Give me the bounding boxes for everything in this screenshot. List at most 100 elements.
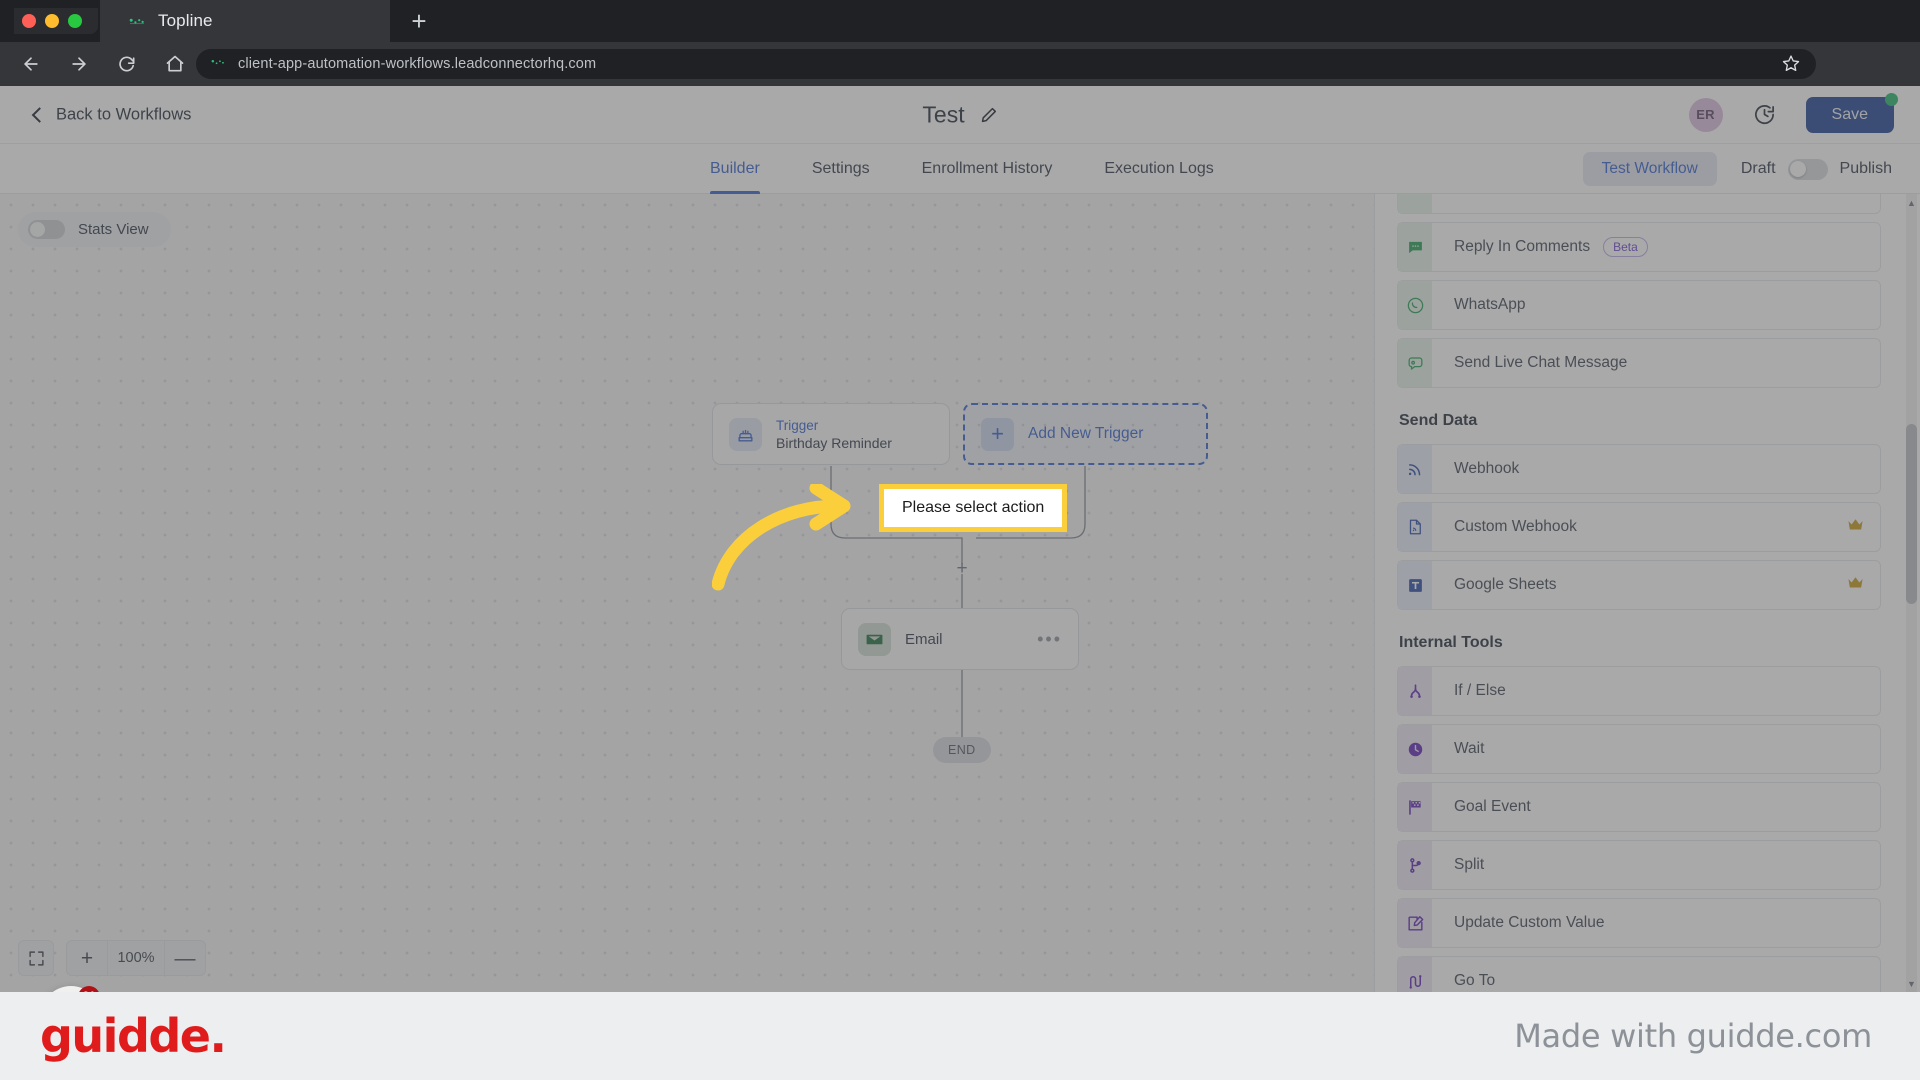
- browser-tab-title: Topline: [158, 11, 213, 30]
- forward-arrow-icon[interactable]: [62, 47, 96, 81]
- edit-square-icon: [1398, 899, 1432, 947]
- avatar[interactable]: ER: [1688, 97, 1723, 132]
- publish-toggle-group: Draft Publish: [1740, 158, 1892, 180]
- list-item-webhook[interactable]: Webhook: [1397, 444, 1881, 494]
- list-item-whatsapp[interactable]: WhatsApp: [1397, 280, 1881, 330]
- add-new-trigger-label: Add New Trigger: [1028, 425, 1144, 442]
- go-to-icon: [1398, 957, 1432, 992]
- back-to-workflows-label: Back to Workflows: [56, 105, 192, 123]
- minimize-window-button[interactable]: [45, 14, 59, 28]
- home-icon[interactable]: [158, 47, 192, 81]
- topline-dots-favicon: [128, 12, 146, 30]
- crown-icon: [1847, 576, 1864, 594]
- clock-history-icon[interactable]: [1753, 103, 1776, 126]
- chevron-left-icon: [31, 106, 48, 123]
- list-item-google-sheets[interactable]: Google Sheets: [1397, 560, 1881, 610]
- fit-to-screen-icon[interactable]: [18, 940, 54, 976]
- partial-item-icon: [1398, 194, 1432, 213]
- header-actions: ER Save: [1688, 92, 1898, 133]
- tab-builder[interactable]: Builder: [710, 144, 760, 194]
- callout-arrow-icon: [712, 484, 851, 591]
- browser-tabstrip: Topline +: [0, 0, 1920, 42]
- scroll-down-arrow-icon[interactable]: ▼: [1906, 977, 1917, 990]
- list-item-update-custom-value[interactable]: Update Custom Value: [1397, 898, 1881, 948]
- sidebar-scrollbar-thumb[interactable]: [1906, 424, 1917, 604]
- live-chat-icon: [1398, 339, 1432, 387]
- bookmark-star-icon[interactable]: [1782, 54, 1800, 77]
- guidde-wordmark: guidde.: [40, 1009, 227, 1063]
- list-item-send-live-chat-message[interactable]: Send Live Chat Message: [1397, 338, 1881, 388]
- reload-icon[interactable]: [110, 47, 144, 81]
- list-item-custom-webhook[interactable]: Custom Webhook: [1397, 502, 1881, 552]
- maximize-window-button[interactable]: [68, 14, 82, 28]
- scroll-up-arrow-icon[interactable]: ▲: [1906, 196, 1917, 209]
- list-item-label: Go To: [1454, 972, 1496, 989]
- app-header: Back to Workflows Test ER Save: [0, 86, 1920, 144]
- workflow-canvas[interactable]: Stats View Trigger Birthday Reminder + A…: [0, 194, 1374, 992]
- pencil-icon[interactable]: [981, 106, 998, 123]
- list-item-label: Google Sheets: [1454, 576, 1557, 593]
- browser-toolbar: client-app-automation-workflows.leadconn…: [0, 42, 1920, 111]
- list-item-wait[interactable]: Wait: [1397, 724, 1881, 774]
- list-item-label: Webhook: [1454, 460, 1520, 477]
- list-item-label: Split: [1454, 856, 1485, 873]
- window-traffic-lights[interactable]: [14, 8, 98, 34]
- list-item-goal-event[interactable]: Goal Event: [1397, 782, 1881, 832]
- tab-enrollment-history[interactable]: Enrollment History: [922, 144, 1053, 194]
- zoom-in-button[interactable]: +: [67, 941, 107, 975]
- add-new-trigger-button[interactable]: + Add New Trigger: [963, 403, 1208, 465]
- list-item-label: Reply In Comments: [1454, 238, 1591, 255]
- node-email-label: Email: [905, 630, 943, 648]
- publish-label: Publish: [1839, 160, 1892, 177]
- workflow-main: Stats View Trigger Birthday Reminder + A…: [0, 194, 1920, 992]
- zoom-out-button[interactable]: —: [165, 941, 205, 975]
- back-arrow-icon[interactable]: [14, 47, 48, 81]
- list-item-label: Custom Webhook: [1454, 518, 1577, 535]
- list-item[interactable]: [1397, 194, 1881, 214]
- list-item-split[interactable]: Split: [1397, 840, 1881, 890]
- checkered-flag-icon: [1398, 783, 1432, 831]
- section-title-send-data: Send Data: [1399, 412, 1478, 429]
- custom-webhook-doc-icon: [1398, 503, 1432, 551]
- callout-text: Please select action: [902, 499, 1045, 516]
- actions-sidebar-list: Reply In Comments Beta WhatsApp Send Liv…: [1375, 194, 1903, 992]
- callout-tooltip: Please select action: [879, 484, 1068, 532]
- browser-chrome: Topline + client-app-automation-workflow…: [0, 0, 1920, 111]
- list-item-go-to[interactable]: Go To: [1397, 956, 1881, 992]
- birthday-cake-icon: [729, 417, 762, 451]
- new-tab-button[interactable]: +: [400, 4, 438, 38]
- node-trigger[interactable]: Trigger Birthday Reminder: [712, 403, 950, 465]
- split-path-icon: [1398, 841, 1432, 889]
- unsaved-changes-dot: [1885, 92, 1898, 106]
- guidde-made-with: Made with guidde.com: [1514, 1017, 1872, 1055]
- list-item-label: If / Else: [1454, 682, 1506, 699]
- browser-tab-topline[interactable]: Topline: [100, 0, 390, 42]
- list-item-label: Wait: [1454, 740, 1485, 757]
- list-item-reply-in-comments[interactable]: Reply In Comments Beta: [1397, 222, 1881, 272]
- tab-settings[interactable]: Settings: [812, 144, 870, 194]
- flow-connectors: [830, 466, 1086, 737]
- tab-execution-logs[interactable]: Execution Logs: [1104, 144, 1213, 194]
- webhook-rss-icon: [1398, 445, 1432, 493]
- test-workflow-button[interactable]: Test Workflow: [1582, 152, 1717, 186]
- list-item-label: WhatsApp: [1454, 296, 1526, 313]
- end-node: END: [933, 737, 991, 763]
- branch-fork-icon: [1398, 667, 1432, 715]
- publish-toggle[interactable]: [1787, 158, 1828, 180]
- save-button[interactable]: Save: [1805, 92, 1898, 133]
- node-email-menu-icon[interactable]: •••: [1037, 630, 1062, 648]
- guidde-footer: guidde. Made with guidde.com: [0, 992, 1920, 1080]
- address-bar[interactable]: client-app-automation-workflows.leadconn…: [196, 49, 1816, 79]
- back-to-workflows-link[interactable]: Back to Workflows: [31, 105, 192, 124]
- workflow-title-group: Test: [922, 101, 997, 128]
- add-step-plus-icon[interactable]: +: [954, 559, 970, 578]
- envelope-icon: [858, 622, 891, 656]
- close-window-button[interactable]: [22, 14, 36, 28]
- node-email[interactable]: Email •••: [841, 608, 1079, 670]
- list-item-if-else[interactable]: If / Else: [1397, 666, 1881, 716]
- node-trigger-name: Birthday Reminder: [776, 434, 892, 451]
- beta-badge: Beta: [1603, 237, 1648, 257]
- actions-sidebar[interactable]: Reply In Comments Beta WhatsApp Send Liv…: [1374, 194, 1920, 992]
- address-bar-url: client-app-automation-workflows.leadconn…: [238, 56, 597, 72]
- draft-label: Draft: [1740, 160, 1776, 177]
